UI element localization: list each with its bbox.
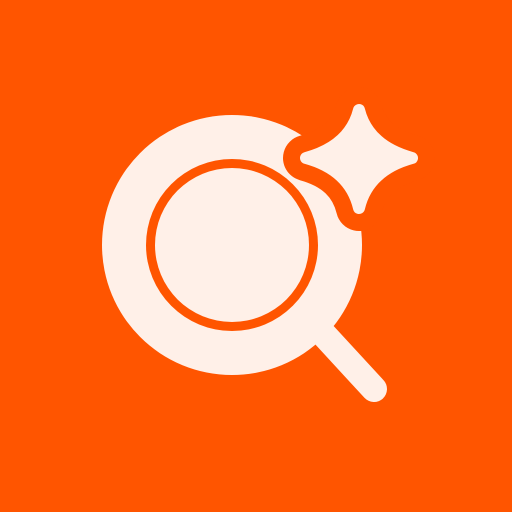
app-icon — [0, 0, 512, 512]
magnifier-sparkle-icon — [0, 0, 512, 512]
magnifier-lens — [155, 168, 309, 322]
